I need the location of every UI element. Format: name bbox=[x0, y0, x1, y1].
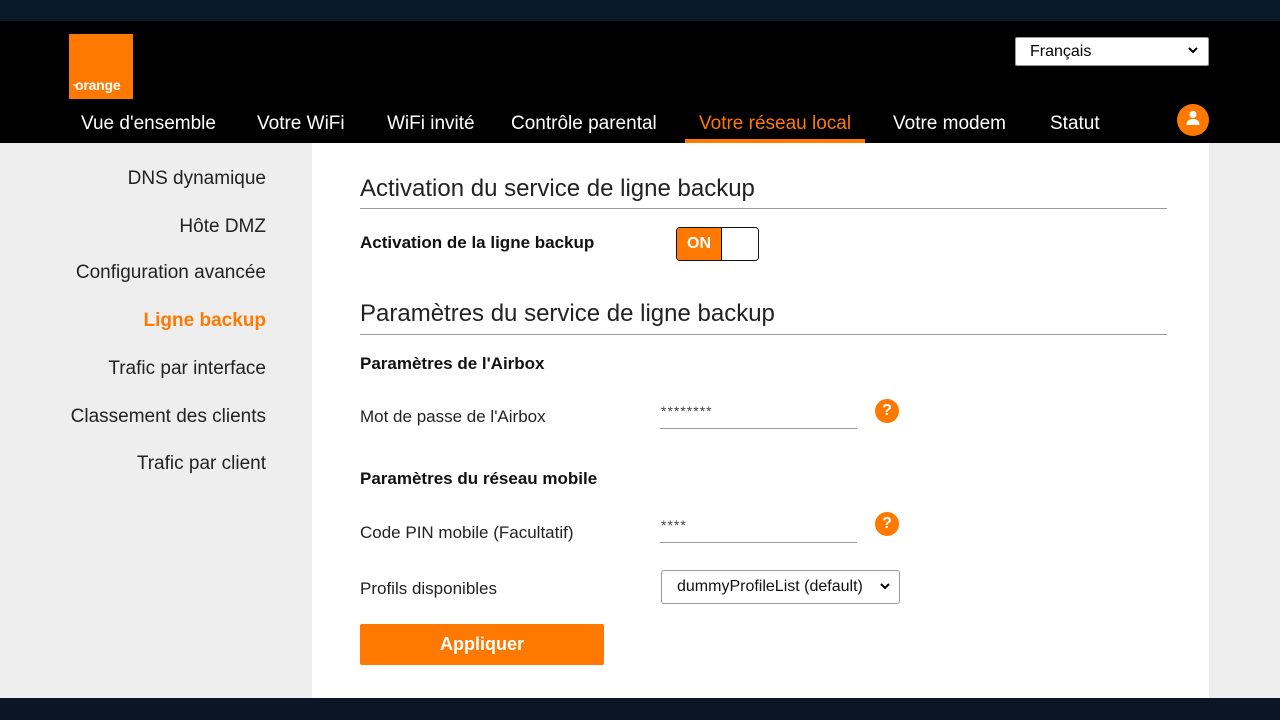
sidebar-item-ligne-backup[interactable]: Ligne backup bbox=[144, 310, 266, 332]
section-activation-title: Activation du service de ligne backup bbox=[360, 175, 755, 202]
language-selected: Français bbox=[1030, 42, 1092, 60]
pin-label: Code PIN mobile (Facultatif) bbox=[360, 523, 574, 542]
airbox-password-label: Mot de passe de l'Airbox bbox=[360, 407, 546, 426]
nav-statut[interactable]: Statut bbox=[1050, 109, 1100, 143]
divider bbox=[360, 208, 1167, 209]
chevron-down-icon bbox=[1187, 44, 1199, 59]
sidebar-item-trafic-client[interactable]: Trafic par client bbox=[137, 453, 266, 475]
sidebar-item-hote-dmz[interactable]: Hôte DMZ bbox=[179, 216, 266, 238]
user-icon bbox=[1184, 109, 1202, 132]
section-parametres-title: Paramètres du service de ligne backup bbox=[360, 300, 775, 327]
nav-reseau-local[interactable]: Votre réseau local bbox=[685, 109, 866, 143]
header: orange ™ Français Vue d'ensemble Votre Wi… bbox=[0, 21, 1280, 143]
pin-field[interactable]: **** bbox=[660, 513, 857, 543]
mobile-heading: Paramètres du réseau mobile bbox=[360, 469, 598, 488]
sidebar-item-classement-clients[interactable]: Classement des clients bbox=[71, 406, 266, 428]
divider bbox=[360, 334, 1167, 335]
orange-logo[interactable]: orange ™ bbox=[69, 34, 133, 99]
profiles-select[interactable]: dummyProfileList (default) bbox=[661, 570, 900, 604]
right-margin bbox=[1209, 143, 1280, 698]
pin-help-icon[interactable]: ? bbox=[875, 512, 899, 536]
profiles-selected: dummyProfileList (default) bbox=[677, 578, 863, 595]
nav-votre-wifi[interactable]: Votre WiFi bbox=[257, 109, 345, 143]
backup-toggle[interactable]: ON bbox=[676, 227, 759, 261]
bottom-strip bbox=[0, 698, 1280, 720]
sidebar-item-configuration-avancee[interactable]: Configuration avancée bbox=[76, 262, 266, 284]
profiles-label: Profils disponibles bbox=[360, 579, 498, 598]
main-panel: Activation du service de ligne backup Ac… bbox=[312, 143, 1209, 698]
airbox-heading: Paramètres de l'Airbox bbox=[360, 354, 545, 373]
sidebar-item-trafic-interface[interactable]: Trafic par interface bbox=[108, 358, 266, 380]
apply-button[interactable]: Appliquer bbox=[360, 624, 604, 665]
language-select[interactable]: Français bbox=[1015, 37, 1209, 66]
top-strip bbox=[0, 0, 1280, 21]
main-nav: Vue d'ensemble Votre WiFi WiFi invité Co… bbox=[0, 109, 1280, 143]
airbox-password-field[interactable]: ******** bbox=[660, 399, 857, 429]
nav-vue-ensemble[interactable]: Vue d'ensemble bbox=[81, 109, 216, 143]
toggle-on-label: ON bbox=[677, 228, 722, 260]
sidebar-item-dns-dynamique[interactable]: DNS dynamique bbox=[128, 168, 266, 190]
activation-label: Activation de la ligne backup bbox=[360, 233, 595, 252]
toggle-knob bbox=[722, 228, 758, 260]
airbox-password-help-icon[interactable]: ? bbox=[875, 399, 899, 423]
nav-wifi-invite[interactable]: WiFi invité bbox=[387, 109, 475, 143]
user-button[interactable] bbox=[1177, 104, 1209, 136]
sidebar: DNS dynamique Hôte DMZ Configuration ava… bbox=[0, 143, 312, 698]
nav-controle-parental[interactable]: Contrôle parental bbox=[511, 109, 657, 143]
chevron-down-icon bbox=[879, 580, 891, 595]
nav-votre-modem[interactable]: Votre modem bbox=[893, 109, 1006, 143]
logo-text: orange bbox=[75, 77, 121, 93]
